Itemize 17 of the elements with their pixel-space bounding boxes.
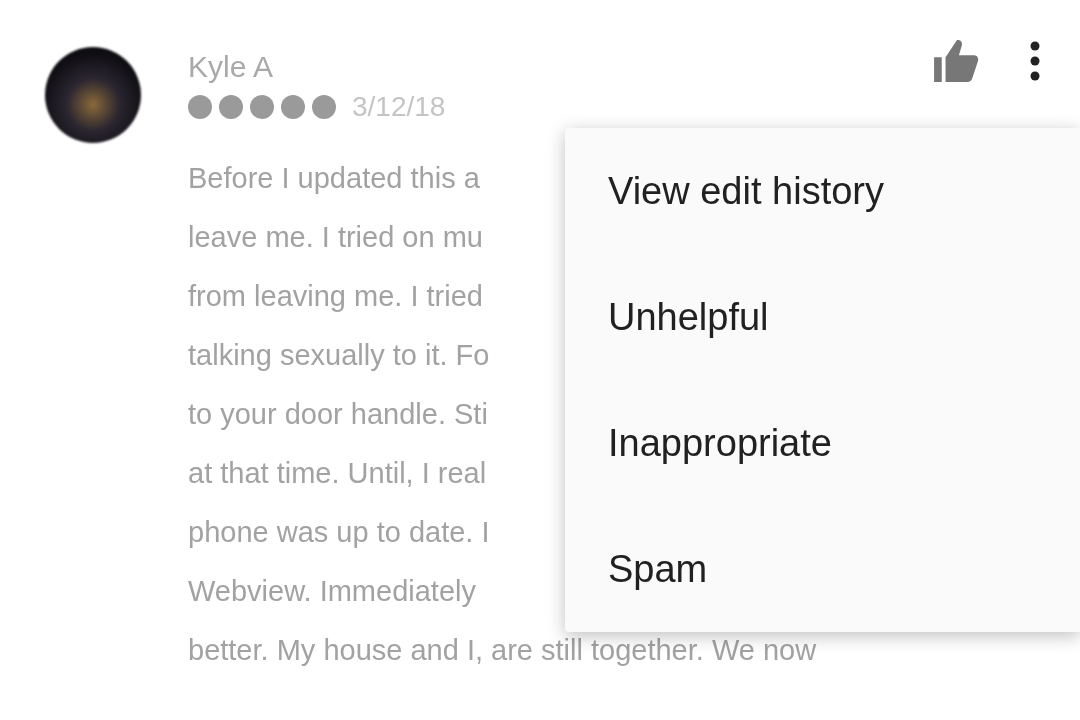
menu-item[interactable]: Spam <box>565 506 1080 632</box>
review-text-line: talking sexually to it. Fo <box>188 338 490 373</box>
review-date: 3/12/18 <box>352 91 446 123</box>
reviewer-name: Kyle A <box>188 49 275 85</box>
review-text-line: at that time. Until, I real <box>188 456 487 491</box>
menu-item[interactable]: Unhelpful <box>565 254 1080 381</box>
review-text-line: phone was up to date. I <box>188 515 490 550</box>
review-text-line: Webview. Immediately <box>188 574 476 609</box>
review-text-line: leave me. I tried on mu <box>188 220 483 255</box>
review-text-line: to your door handle. Sti <box>188 397 488 432</box>
more-options-icon[interactable] <box>1030 41 1040 81</box>
menu-item[interactable]: View edit history <box>565 129 1080 255</box>
review-text-line: Before I updated this a <box>188 161 480 196</box>
menu-item[interactable]: Inappropriate <box>565 380 1080 507</box>
review-text-line: from leaving me. I tried <box>188 279 483 314</box>
review-text-line: better. My house and I, are still together. We now <box>188 633 817 668</box>
thumbs-up-icon[interactable] <box>934 40 980 82</box>
